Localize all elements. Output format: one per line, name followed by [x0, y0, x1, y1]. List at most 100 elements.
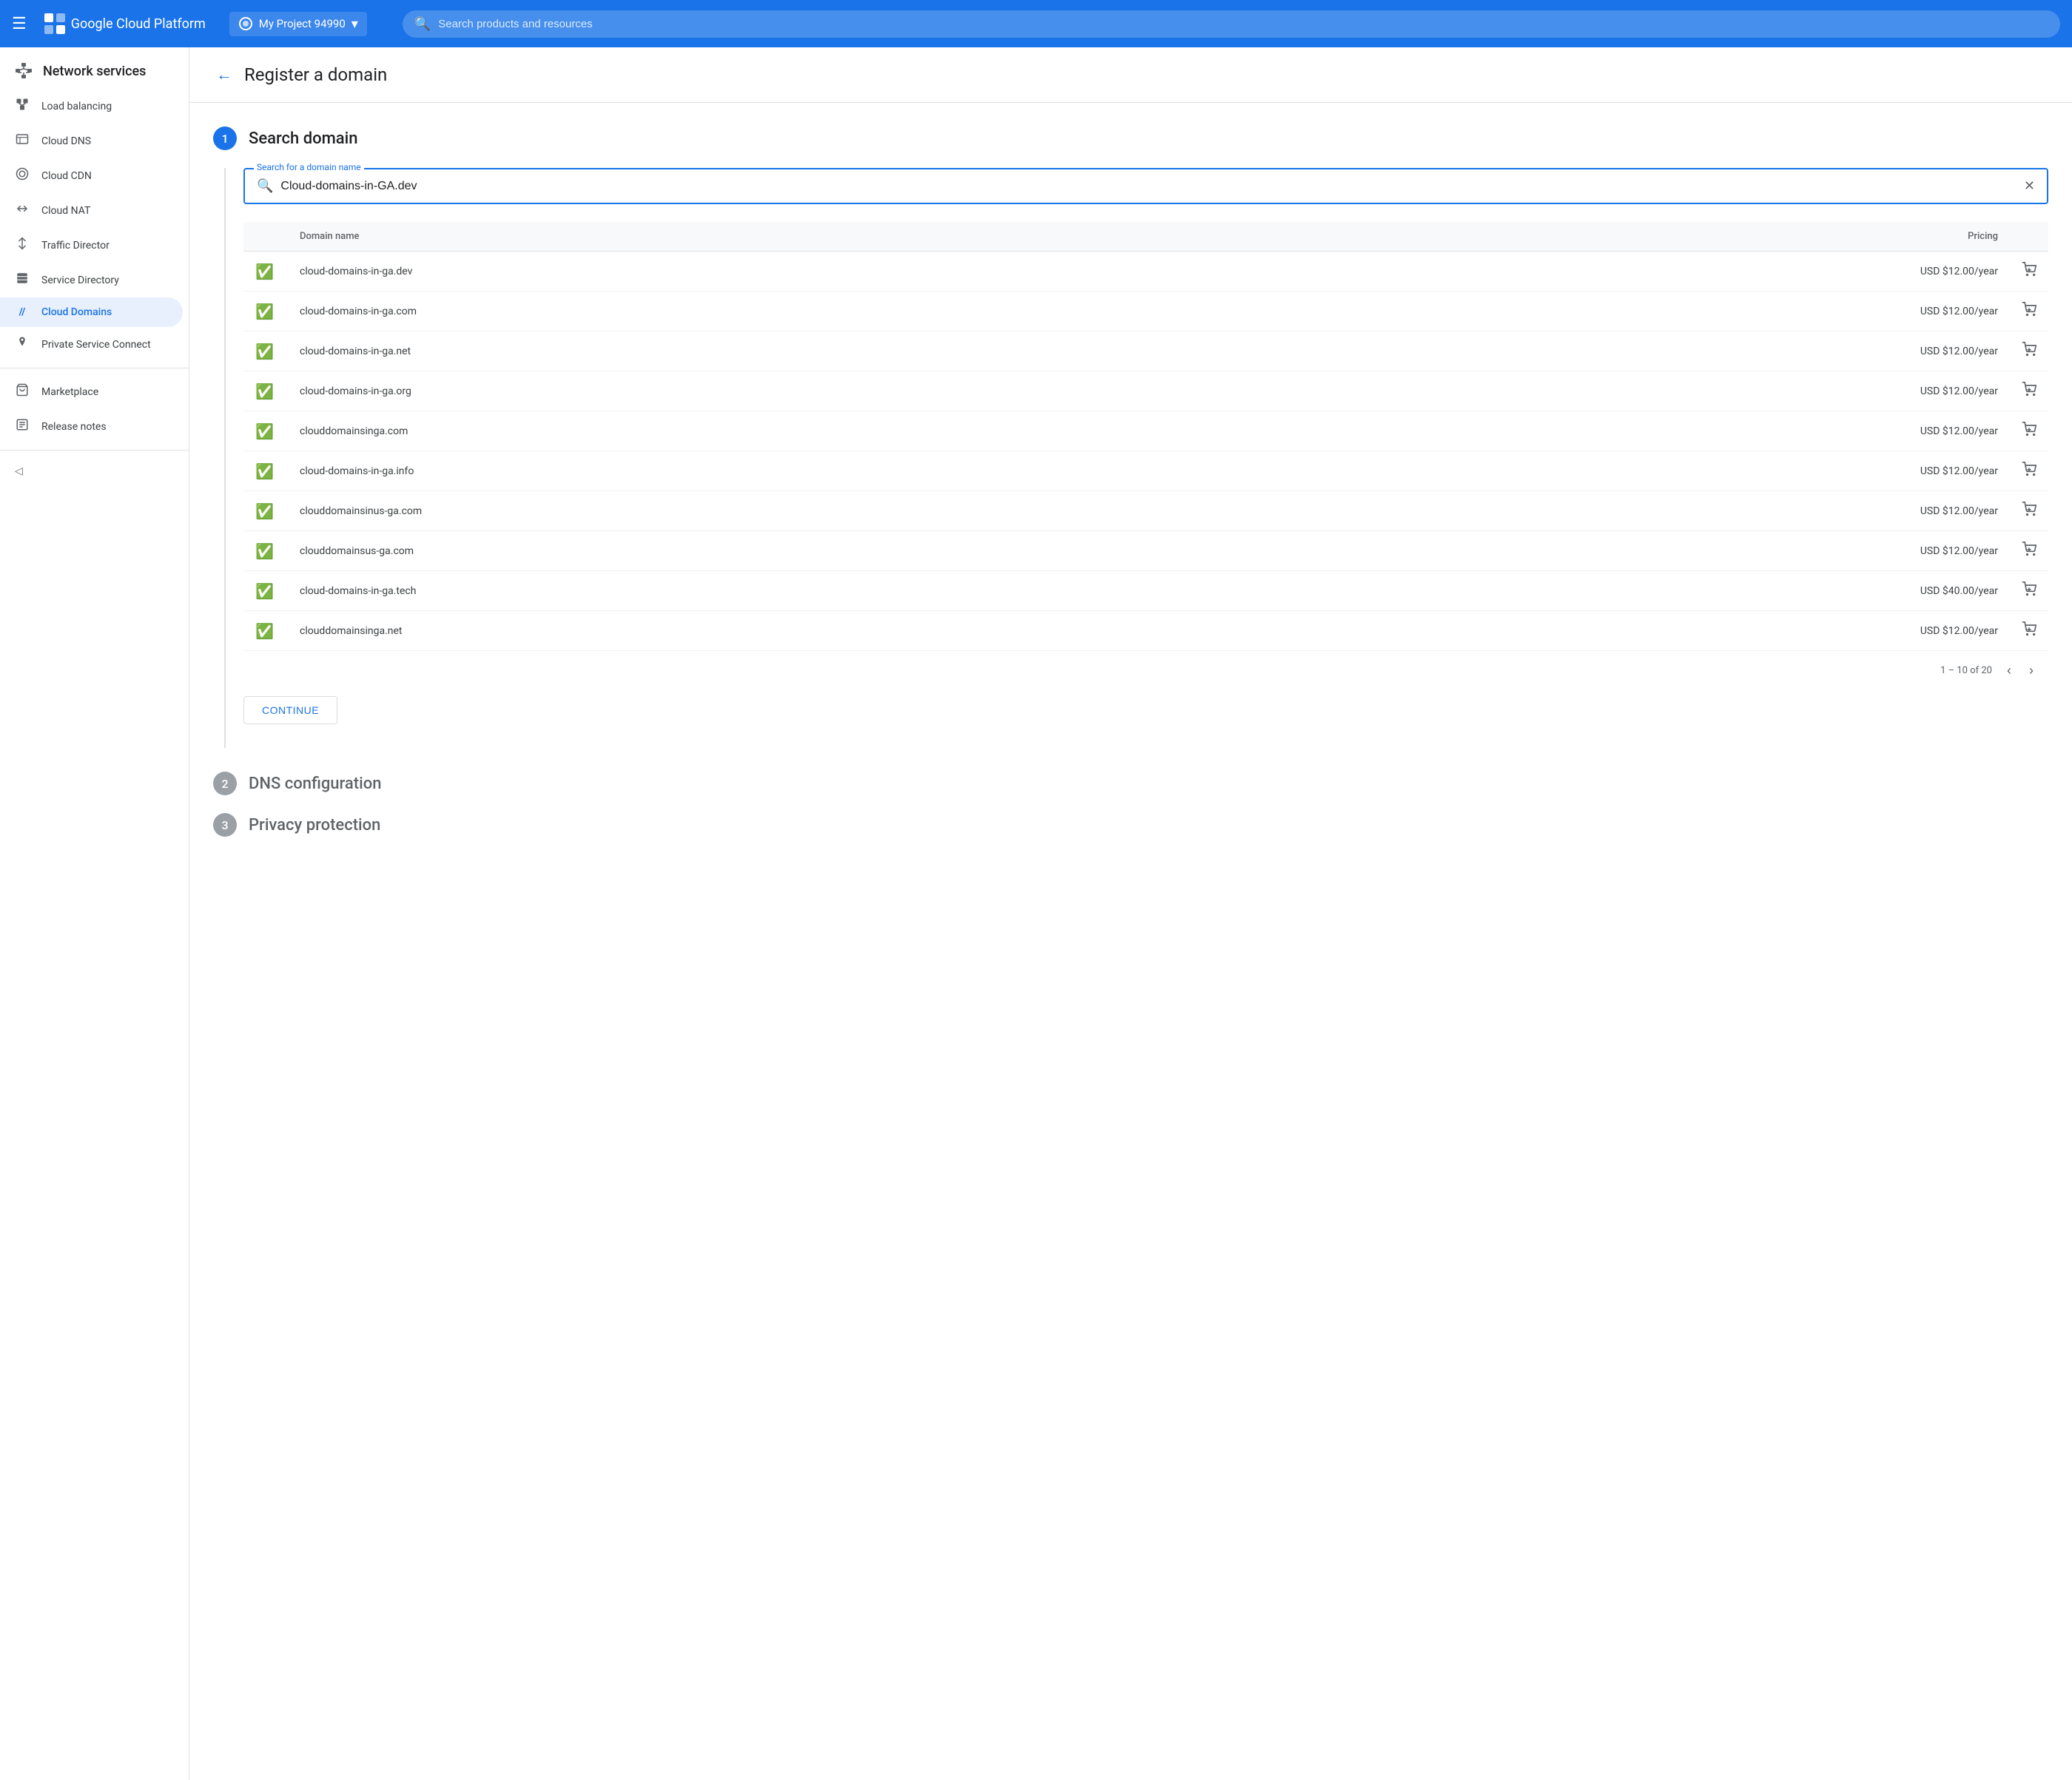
domain-name-cell: cloud-domains-in-ga.info — [288, 451, 1303, 491]
sidebar-item-label: Cloud Domains — [41, 306, 112, 318]
sidebar-item-load-balancing[interactable]: Load balancing — [0, 89, 183, 124]
add-to-cart-cell[interactable] — [2010, 611, 2048, 651]
sidebar-item-cloud-cdn[interactable]: Cloud CDN — [0, 158, 183, 193]
sidebar-item-traffic-director[interactable]: Traffic Director — [0, 228, 183, 263]
col-header-pricing: Pricing — [1303, 222, 2010, 252]
add-to-cart-icon[interactable] — [2022, 505, 2036, 520]
step-2-title: DNS configuration — [249, 775, 381, 793]
availability-status: ✅ — [243, 371, 288, 411]
step-2-header: 2 DNS configuration — [213, 772, 2048, 795]
add-to-cart-icon[interactable] — [2022, 584, 2036, 600]
table-row: ✅ clouddomainsus-ga.com USD $12.00/year — [243, 531, 2048, 571]
table-row: ✅ cloud-domains-in-ga.net USD $12.00/yea… — [243, 331, 2048, 371]
hamburger-icon[interactable]: ☰ — [12, 15, 27, 33]
domain-price-cell: USD $12.00/year — [1303, 371, 2010, 411]
step-3-header: 3 Privacy protection — [213, 813, 2048, 837]
add-to-cart-icon[interactable] — [2022, 305, 2036, 320]
add-to-cart-cell[interactable] — [2010, 252, 2048, 291]
step-1-header: 1 Search domain — [213, 127, 2048, 150]
brand-name: Google Cloud Platform — [71, 16, 206, 32]
add-to-cart-cell[interactable] — [2010, 331, 2048, 371]
page-header: ← Register a domain — [189, 47, 2072, 103]
sidebar-title: Network services — [0, 47, 189, 89]
availability-status: ✅ — [243, 331, 288, 371]
domain-price-cell: USD $12.00/year — [1303, 531, 2010, 571]
add-to-cart-icon[interactable] — [2022, 545, 2036, 560]
table-row: ✅ cloud-domains-in-ga.com USD $12.00/yea… — [243, 291, 2048, 331]
step-3-badge: 3 — [213, 813, 237, 837]
available-check-icon: ✅ — [255, 382, 274, 400]
table-row: ✅ cloud-domains-in-ga.tech USD $40.00/ye… — [243, 571, 2048, 611]
col-header-action — [2010, 222, 2048, 252]
domain-results-table: Domain name Pricing ✅ cloud-domains-in-g… — [243, 222, 2048, 651]
sidebar-item-cloud-domains[interactable]: // Cloud Domains — [0, 297, 183, 327]
sidebar-item-release-notes[interactable]: Release notes — [0, 409, 183, 444]
load-balancing-icon — [15, 98, 30, 115]
pagination-prev-button[interactable]: ‹ — [2004, 660, 2014, 681]
cloud-domains-icon: // — [15, 306, 30, 318]
add-to-cart-cell[interactable] — [2010, 291, 2048, 331]
release-notes-icon — [15, 418, 30, 435]
add-to-cart-cell[interactable] — [2010, 451, 2048, 491]
sidebar-collapse-button[interactable]: ◁ — [0, 456, 189, 486]
availability-status: ✅ — [243, 291, 288, 331]
service-directory-icon — [15, 272, 30, 289]
step-2-badge: 2 — [213, 772, 237, 795]
table-header-row: Domain name Pricing — [243, 222, 2048, 252]
global-search: 🔍 — [403, 10, 2060, 38]
add-to-cart-cell[interactable] — [2010, 371, 2048, 411]
search-input[interactable] — [438, 18, 2048, 30]
domain-name-cell: cloud-domains-in-ga.net — [288, 331, 1303, 371]
add-to-cart-icon[interactable] — [2022, 385, 2036, 400]
available-check-icon: ✅ — [255, 303, 274, 320]
available-check-icon: ✅ — [255, 422, 274, 440]
add-to-cart-cell[interactable] — [2010, 571, 2048, 611]
sidebar-item-label: Cloud CDN — [41, 170, 92, 182]
add-to-cart-icon[interactable] — [2022, 624, 2036, 640]
table-row: ✅ cloud-domains-in-ga.dev USD $12.00/yea… — [243, 252, 2048, 291]
sidebar-item-cloud-dns[interactable]: Cloud DNS — [0, 124, 183, 158]
domain-name-cell: clouddomainsus-ga.com — [288, 531, 1303, 571]
project-selector[interactable]: My Project 94990 ▾ — [229, 12, 367, 36]
continue-button[interactable]: CONTINUE — [243, 696, 337, 724]
sidebar-item-label: Private Service Connect — [41, 339, 151, 351]
add-to-cart-icon[interactable] — [2022, 425, 2036, 440]
add-to-cart-cell[interactable] — [2010, 491, 2048, 531]
add-to-cart-cell[interactable] — [2010, 531, 2048, 571]
add-to-cart-cell[interactable] — [2010, 411, 2048, 451]
private-service-connect-icon — [15, 336, 30, 353]
step-1-section: 1 Search domain Search for a domain name… — [213, 127, 2048, 748]
domain-search-input[interactable] — [280, 180, 2016, 193]
table-row: ✅ cloud-domains-in-ga.info USD $12.00/ye… — [243, 451, 2048, 491]
table-row: ✅ clouddomainsinga.com USD $12.00/year — [243, 411, 2048, 451]
sidebar-item-label: Service Directory — [41, 274, 119, 286]
pagination-next-button[interactable]: › — [2026, 660, 2036, 681]
sidebar-item-label: Cloud DNS — [41, 135, 91, 147]
table-row: ✅ cloud-domains-in-ga.org USD $12.00/yea… — [243, 371, 2048, 411]
availability-status: ✅ — [243, 451, 288, 491]
sidebar-item-cloud-nat[interactable]: Cloud NAT — [0, 193, 183, 228]
domain-price-cell: USD $12.00/year — [1303, 611, 2010, 651]
sidebar-section-label: Network services — [43, 64, 146, 79]
available-check-icon: ✅ — [255, 622, 274, 640]
sidebar-item-marketplace[interactable]: Marketplace — [0, 374, 183, 409]
page-title: Register a domain — [244, 64, 387, 85]
domain-name-cell: cloud-domains-in-ga.dev — [288, 252, 1303, 291]
marketplace-icon — [15, 383, 30, 400]
back-button[interactable]: ← — [213, 62, 235, 87]
domain-name-cell: cloud-domains-in-ga.org — [288, 371, 1303, 411]
add-to-cart-icon[interactable] — [2022, 265, 2036, 280]
available-check-icon: ✅ — [255, 582, 274, 600]
sidebar-item-service-directory[interactable]: Service Directory — [0, 263, 183, 297]
availability-status: ✅ — [243, 491, 288, 531]
sidebar-item-private-service-connect[interactable]: Private Service Connect — [0, 327, 183, 362]
collapse-icon: ◁ — [15, 465, 23, 477]
clear-search-icon[interactable]: ✕ — [2024, 178, 2035, 194]
availability-status: ✅ — [243, 411, 288, 451]
availability-status: ✅ — [243, 571, 288, 611]
add-to-cart-icon[interactable] — [2022, 465, 2036, 480]
network-services-icon — [15, 62, 33, 80]
add-to-cart-icon[interactable] — [2022, 345, 2036, 360]
table-row: ✅ clouddomainsinga.net USD $12.00/year — [243, 611, 2048, 651]
sidebar-item-label: Traffic Director — [41, 240, 110, 252]
